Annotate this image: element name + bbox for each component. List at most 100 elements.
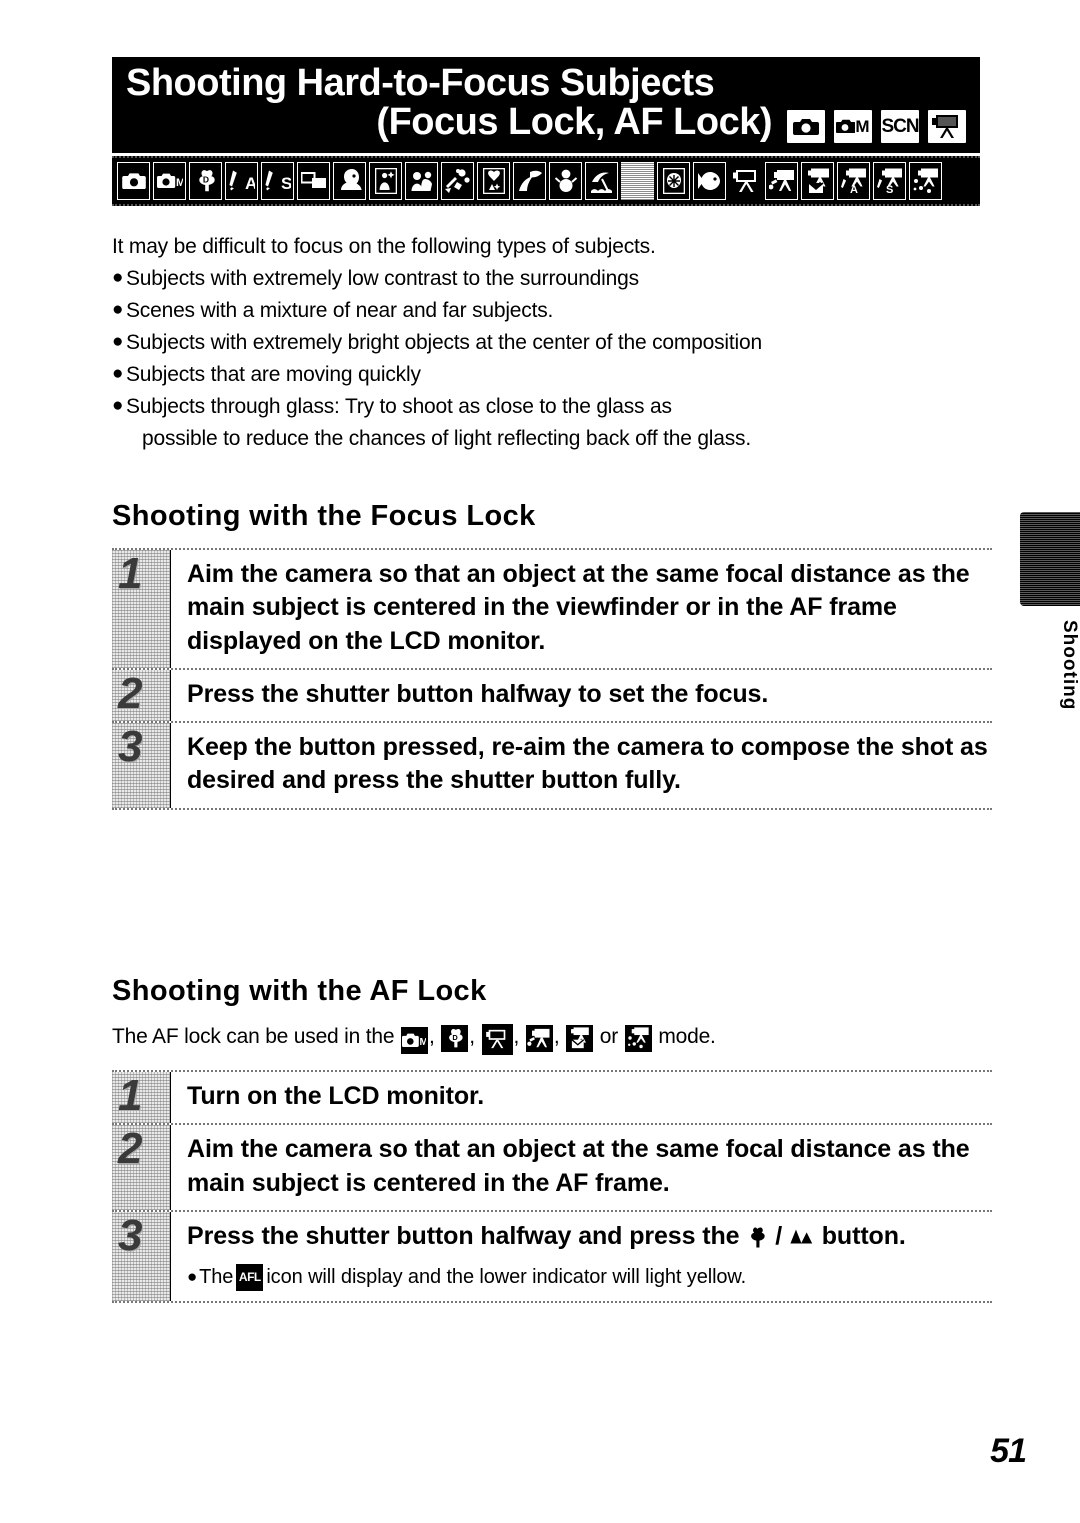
af-lock-mode-line: The AF lock can be used in the M , D , ,…: [112, 1022, 716, 1055]
af-lock-intro-suffix: mode.: [658, 1025, 716, 1048]
af-lock-steps: 1 Turn on the LCD monitor. 2 Aim the cam…: [112, 1070, 992, 1303]
movie-compact-mode-icon: [566, 1024, 594, 1052]
step-number-badge: 1: [112, 1071, 171, 1124]
step-text: Aim the camera so that an object at the …: [187, 560, 970, 655]
digital-macro-icon: D: [189, 162, 222, 201]
step-number: 3: [118, 722, 143, 771]
intro-bullet-5: ● Subjects through glass: Try to shoot a…: [112, 392, 992, 456]
shutter-priority-icon: S: [261, 162, 294, 201]
side-tab-label: Shooting: [1059, 620, 1080, 711]
mode-icon-strip: M D A S A S: [112, 156, 980, 207]
movie-color-icon: [909, 162, 942, 201]
focus-lock-step-1: 1 Aim the camera so that an object at th…: [112, 548, 992, 668]
intro-bullet-3: ● Subjects with extremely bright objects…: [112, 328, 992, 360]
step-text: Keep the button pressed, re-aim the came…: [187, 733, 988, 795]
step-number: 3: [118, 1210, 143, 1260]
af-lock-intro-prefix: The AF lock can be used in the: [112, 1025, 395, 1048]
page-title-line-2: (Focus Lock, AF Lock): [376, 101, 772, 144]
step-number: 2: [118, 668, 143, 718]
intro-lead: It may be difficult to focus on the foll…: [112, 235, 656, 258]
comma: ,: [513, 1025, 520, 1048]
step-number: 2: [118, 1124, 143, 1174]
manual-mode-badge-label: M: [855, 116, 870, 136]
page-title-line-1: Shooting Hard-to-Focus Subjects: [126, 62, 715, 104]
focus-lock-heading: Shooting with the Focus Lock: [112, 500, 536, 532]
intro-bullet-2: ● Scenes with a mixture of near and far …: [112, 296, 992, 328]
night-scene-icon: [477, 162, 510, 201]
kids-and-pets-icon: [405, 162, 438, 201]
intro-bullet-2-text: Scenes with a mixture of near and far su…: [126, 299, 554, 323]
page-header: Shooting Hard-to-Focus Subjects (Focus L…: [112, 57, 980, 207]
step-number: 1: [118, 1071, 143, 1120]
afl-icon: AFL: [236, 1263, 264, 1291]
movie-shutter-icon: S: [873, 162, 906, 201]
movie-standard-mode-icon: [481, 1023, 513, 1055]
focus-lock-step-3: 3 Keep the button pressed, re-aim the ca…: [112, 721, 992, 810]
bullet-dot-icon: ●: [112, 363, 124, 385]
step-number-badge: 3: [112, 1210, 171, 1301]
bullet-dot-icon: ●: [112, 267, 124, 289]
side-tab-block-icon: [1020, 512, 1080, 606]
step-text-after: button.: [821, 1221, 906, 1250]
comma: ,: [469, 1025, 475, 1048]
side-tab: Shooting: [1014, 512, 1080, 710]
movie-color-mode-icon: [624, 1024, 652, 1052]
step-number: 1: [118, 549, 143, 598]
focus-lock-steps: 1 Aim the camera so that an object at th…: [112, 548, 992, 810]
foliage-icon: [513, 162, 546, 201]
step-number-badge: 1: [112, 550, 171, 668]
step-text: Press the shutter button halfway and pre…: [171, 1212, 992, 1301]
snow-icon: [549, 162, 582, 201]
movie-fast-icon: [765, 162, 798, 201]
intro-bullet-5-continuation: possible to reduce the chances of light …: [142, 427, 751, 451]
underwater-icon: [693, 162, 726, 201]
svg-text:D: D: [202, 175, 208, 185]
comma: ,: [428, 1025, 435, 1048]
auto-mode-badge: [787, 110, 825, 144]
fireworks-icon: [657, 162, 690, 201]
svg-text:M: M: [176, 177, 183, 189]
note-bullet-icon: ●: [187, 1267, 198, 1287]
bullet-dot-icon: ●: [112, 395, 124, 417]
step-text: Aim the camera so that an object at the …: [187, 1135, 970, 1197]
af-lock-intro-or: or: [599, 1025, 619, 1048]
auto-icon: [117, 162, 150, 201]
focus-lock-step-2: 2 Press the shutter button halfway to se…: [112, 667, 992, 721]
macro-symbol-icon: [746, 1222, 775, 1250]
svg-text:M: M: [420, 1037, 426, 1048]
svg-text:A: A: [850, 184, 858, 194]
aperture-priority-icon: A: [225, 162, 258, 201]
infinity-landscape-symbol-icon: [782, 1222, 822, 1250]
af-lock-note: ● The AFL icon will display and the lowe…: [187, 1263, 988, 1291]
title-second-row: (Focus Lock, AF Lock) M SCN: [126, 101, 966, 144]
movie-compact-icon: [801, 162, 834, 201]
portrait-icon: [333, 162, 366, 201]
comma: ,: [553, 1025, 560, 1048]
beach-icon: [585, 162, 618, 201]
step-number-badge: 2: [112, 668, 171, 721]
intro-bullet-5-text: Subjects through glass: Try to shoot as …: [126, 395, 672, 419]
manual-mode-icon: M: [400, 1027, 428, 1054]
intro-bullet-1-text: Subjects with extremely low contrast to …: [126, 267, 639, 291]
bullet-dot-icon: ●: [112, 331, 124, 353]
intro-bullet-3-text: Subjects with extremely bright objects a…: [126, 331, 762, 355]
intro-bullet-5-wrap: Subjects through glass: Try to shoot as …: [126, 392, 992, 456]
separator-icon: [621, 162, 654, 201]
intro-text-block: It may be difficult to focus on the foll…: [112, 232, 992, 456]
page-number: 51: [990, 1432, 1027, 1470]
svg-text:A: A: [245, 174, 255, 193]
af-lock-step-2: 2 Aim the camera so that an object at th…: [112, 1123, 992, 1210]
night-snapshot-icon: [369, 162, 402, 201]
note-prefix: The: [199, 1266, 234, 1288]
intro-bullet-4: ● Subjects that are moving quickly: [112, 360, 992, 392]
indoor-icon: [441, 162, 474, 201]
scene-mode-badge: SCN: [881, 110, 919, 144]
svg-text:S: S: [281, 174, 291, 193]
movie-fast-mode-icon: [525, 1025, 553, 1052]
movie-aperture-icon: A: [837, 162, 870, 201]
af-lock-step-3: 3 Press the shutter button halfway and p…: [112, 1209, 992, 1303]
manual-icon: M: [153, 162, 186, 201]
manual-page: Shooting Hard-to-Focus Subjects (Focus L…: [0, 0, 1080, 1523]
step-text: Turn on the LCD monitor.: [187, 1082, 485, 1110]
svg-text:S: S: [886, 184, 893, 194]
